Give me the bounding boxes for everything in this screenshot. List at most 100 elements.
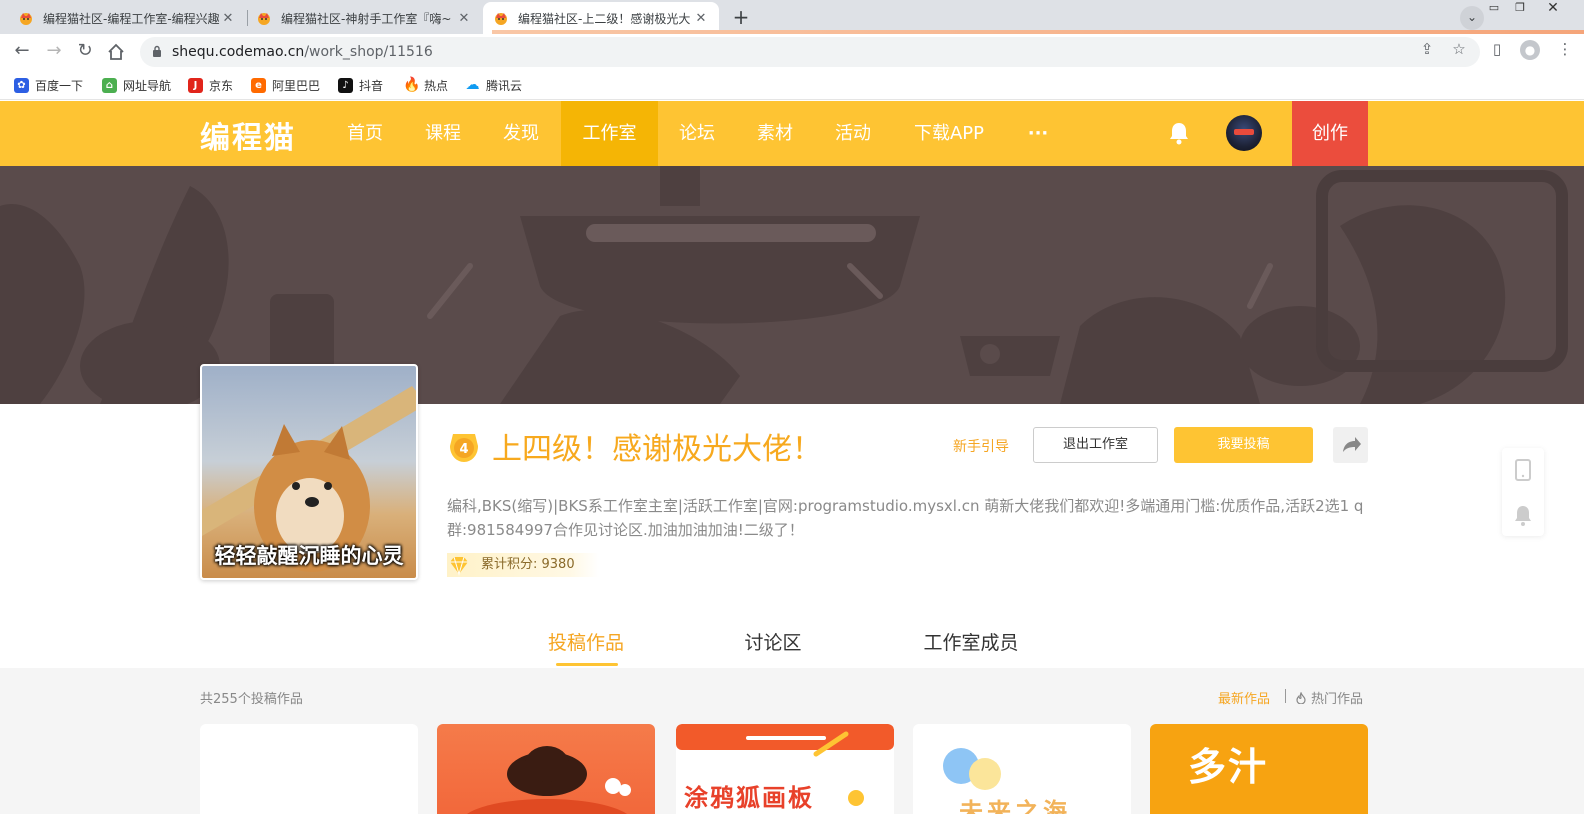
share-arrow-icon	[1343, 437, 1361, 452]
codemao-favicon	[495, 13, 507, 25]
bookmark-nav[interactable]: ⌂ 网址导航	[102, 76, 171, 94]
share-button[interactable]	[1333, 427, 1368, 463]
studio-name: 上四级！感谢极光大佬！	[492, 432, 822, 467]
nav-site-icon: ⌂	[102, 77, 117, 93]
work-thumbnail	[467, 746, 631, 814]
bookmark-label: 阿里巴巴	[272, 78, 321, 93]
close-icon[interactable]: ✕	[220, 11, 236, 26]
sort-latest[interactable]: 最新作品	[1218, 688, 1270, 707]
user-avatar[interactable]	[1226, 115, 1262, 151]
create-button[interactable]: 创作	[1292, 101, 1368, 166]
tab-submitted-works[interactable]: 投稿作品	[540, 628, 632, 655]
work-title: 多汁	[1188, 745, 1269, 789]
browser-tab-strip: 编程猫社区-编程工作室-编程兴趣 ✕ 编程猫社区-神射手工作室『嗨~ ✕ 编程猫…	[0, 0, 1584, 34]
browser-tab-title: 编程猫社区-编程工作室-编程兴趣	[43, 11, 220, 26]
nav-materials[interactable]: 素材	[743, 101, 807, 166]
baidu-paw-icon: ✿	[14, 77, 29, 93]
work-card[interactable]: 涂鸦狐画板	[676, 724, 894, 814]
lock-icon	[153, 45, 161, 57]
mobile-phone-icon[interactable]	[1502, 448, 1544, 492]
window-close-icon[interactable]: ✕	[1538, 0, 1568, 18]
tab-discussion[interactable]: 讨论区	[730, 628, 816, 655]
cover-caption: 轻轻敲醒沉睡的心灵	[214, 544, 404, 568]
bookmark-jd[interactable]: J 京东	[188, 76, 233, 94]
work-card[interactable]: 多汁	[1150, 724, 1368, 814]
studio-description: 编科,BKS(缩写)|BKS系工作室主室|活跃工作室|官网:programstu…	[447, 497, 1364, 539]
minimize-icon[interactable]: ▭	[1482, 0, 1506, 18]
work-card[interactable]	[200, 724, 418, 814]
home-icon[interactable]	[104, 40, 128, 64]
bookmark-label: 抖音	[359, 78, 384, 93]
floating-side-panel	[1502, 448, 1544, 536]
browser-toolbar: ← → ↻ shequ.codemao.cn/work_shop/11516 ⇪…	[0, 34, 1584, 70]
nav-forum[interactable]: 论坛	[665, 101, 729, 166]
share-page-icon[interactable]: ⇪	[1418, 40, 1436, 58]
active-tab-underline	[556, 663, 618, 666]
level-number: 4	[459, 442, 468, 457]
url-text: shequ.codemao.cn/work_shop/11516	[172, 37, 433, 67]
chevron-down-icon[interactable]: ⌄	[1460, 6, 1484, 30]
browser-tab-2[interactable]: 编程猫社区-神射手工作室『嗨~ ✕	[246, 2, 482, 34]
back-arrow-icon[interactable]: ←	[10, 40, 34, 64]
works-count: 共255个投稿作品	[200, 692, 303, 707]
bookmark-label: 腾讯云	[486, 78, 523, 93]
close-icon[interactable]: ✕	[456, 11, 472, 26]
bookmark-label: 京东	[209, 78, 234, 93]
nav-studio[interactable]: 工作室	[561, 101, 658, 166]
newbie-guide-link[interactable]: 新手引导	[953, 436, 1009, 456]
codemao-favicon	[20, 13, 32, 25]
points-badge: 累计积分: 9380	[447, 552, 599, 578]
nav-discover[interactable]: 发现	[489, 101, 553, 166]
profile-icon[interactable]: ●	[1520, 40, 1540, 60]
alibaba-icon: e	[251, 77, 266, 93]
bookmark-label: 百度一下	[35, 78, 84, 93]
flame-icon	[1296, 691, 1306, 704]
bookmark-star-icon[interactable]: ☆	[1450, 40, 1468, 58]
url-path: /work_shop/11516	[304, 44, 433, 60]
codemao-logo[interactable]: 编程猫	[200, 113, 296, 157]
bookmark-hot[interactable]: 🔥 热点	[403, 76, 448, 94]
level-badge-icon: 4	[450, 434, 478, 462]
work-card[interactable]	[437, 724, 655, 814]
reload-icon[interactable]: ↻	[73, 40, 97, 64]
work-title: 未来之海	[959, 798, 1071, 814]
douyin-icon: ♪	[338, 77, 353, 93]
browser-tab-title: 编程猫社区-上二级！感谢极光大	[518, 11, 691, 26]
nav-events[interactable]: 活动	[821, 101, 885, 166]
bookmark-alibaba[interactable]: e 阿里巴巴	[251, 76, 320, 94]
nav-more[interactable]: ···	[1016, 101, 1060, 166]
sort-hot-label: 热门作品	[1311, 692, 1364, 707]
nav-home[interactable]: 首页	[333, 101, 397, 166]
work-card[interactable]: 未来之海	[913, 724, 1131, 814]
bookmark-baidu[interactable]: ✿ 百度一下	[14, 76, 83, 94]
sort-hot[interactable]: 热门作品	[1295, 688, 1363, 707]
side-panel-icon[interactable]: ▯	[1488, 40, 1506, 58]
browser-tab-title: 编程猫社区-神射手工作室『嗨~	[281, 11, 452, 26]
work-title: 涂鸦狐画板	[684, 784, 814, 812]
sort-divider	[1285, 689, 1286, 703]
jd-icon: J	[188, 77, 203, 93]
browser-tab-1[interactable]: 编程猫社区-编程工作室-编程兴趣 ✕	[8, 2, 246, 34]
bookmark-label: 热点	[424, 78, 449, 93]
bookmark-tencent-cloud[interactable]: ☁ 腾讯云	[465, 76, 523, 94]
bell-icon[interactable]	[1168, 121, 1190, 145]
flame-icon: 🔥	[403, 76, 421, 93]
quit-studio-button[interactable]: 退出工作室	[1033, 427, 1158, 463]
forward-arrow-icon[interactable]: →	[42, 40, 66, 64]
bookmark-label: 网址导航	[123, 78, 172, 93]
new-tab-plus-icon[interactable]: +	[728, 5, 754, 31]
restore-icon[interactable]: ❐	[1508, 0, 1532, 18]
studio-cover-image: 轻轻敲醒沉睡的心灵	[200, 364, 418, 580]
bookmark-douyin[interactable]: ♪ 抖音	[338, 76, 383, 94]
more-menu-icon[interactable]: ⋮	[1556, 40, 1574, 58]
nav-download-app[interactable]: 下载APP	[905, 101, 993, 166]
submit-work-button[interactable]: 我要投稿	[1174, 427, 1313, 463]
close-icon[interactable]: ✕	[693, 11, 709, 26]
tab-studio-members[interactable]: 工作室成员	[915, 628, 1027, 655]
address-bar[interactable]: shequ.codemao.cn/work_shop/11516	[140, 37, 1480, 67]
diamond-icon	[450, 556, 468, 576]
bell-icon[interactable]	[1502, 496, 1544, 540]
bookmarks-bar: ✿ 百度一下 ⌂ 网址导航 J 京东 e 阿里巴巴 ♪ 抖音 🔥 热点 ☁ 腾讯云	[0, 70, 1584, 100]
nav-courses[interactable]: 课程	[411, 101, 475, 166]
cloud-icon: ☁	[465, 76, 480, 93]
